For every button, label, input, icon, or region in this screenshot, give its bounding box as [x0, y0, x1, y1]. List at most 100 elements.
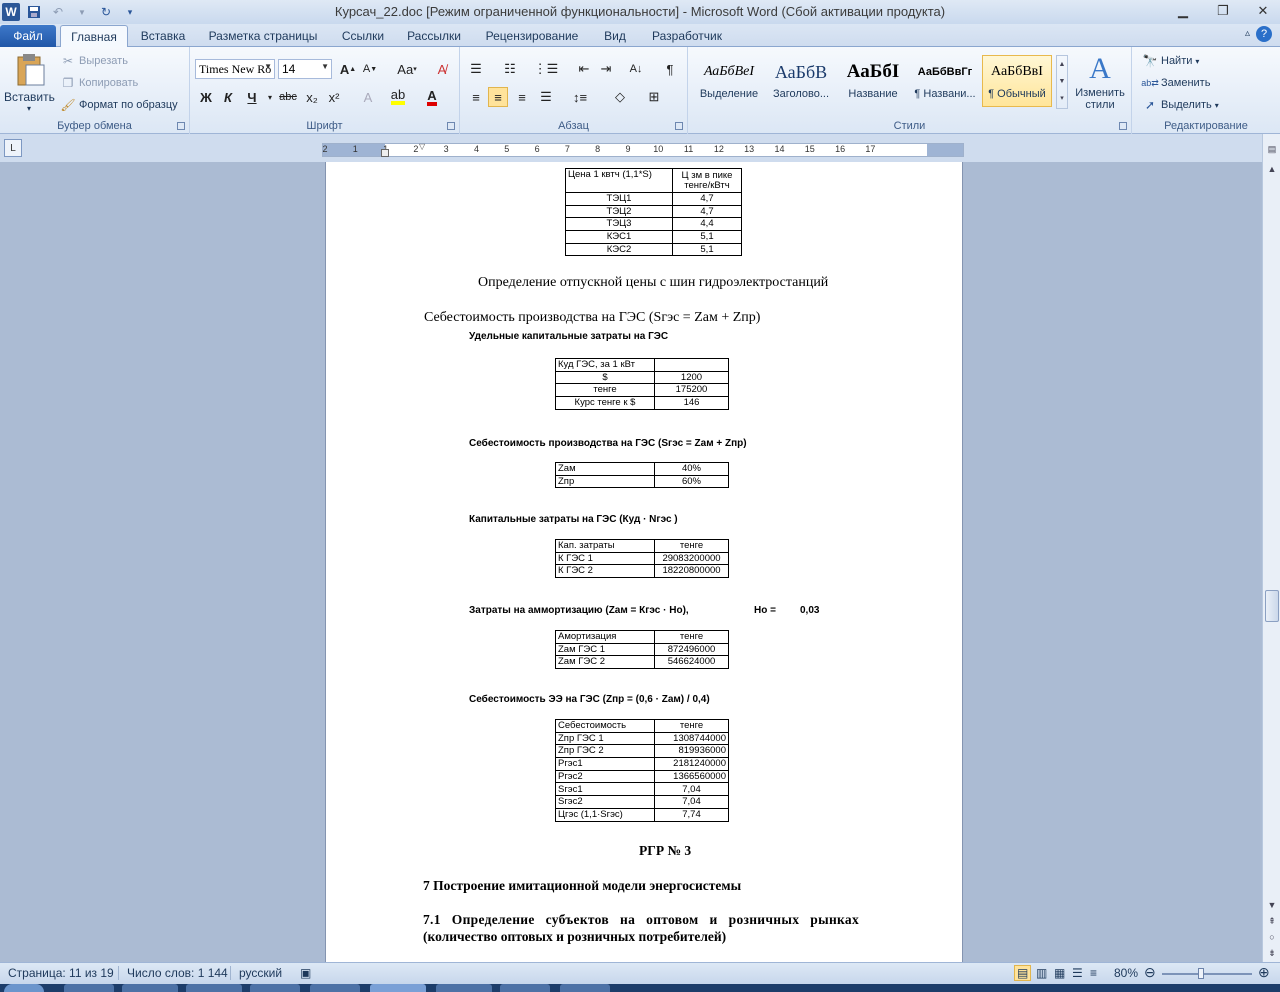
decrease-indent-icon[interactable]: ⇤ [574, 59, 594, 79]
zoom-out-icon[interactable]: ⊖ [1144, 964, 1156, 981]
numbering-icon[interactable]: ☷ [500, 59, 520, 79]
first-line-indent-icon[interactable]: ▽ [419, 142, 425, 151]
taskbar-item[interactable] [186, 984, 242, 992]
find-button[interactable]: 🔭 Найти ▾ [1142, 53, 1200, 69]
align-left-icon[interactable]: ≡ [466, 87, 486, 107]
tab-references[interactable]: Ссылки [334, 25, 392, 47]
print-layout-icon[interactable]: ▤ [1014, 965, 1032, 981]
style-normal[interactable]: АаБбВвI ¶ Обычный [982, 55, 1052, 107]
bullets-icon[interactable]: ☰ [466, 59, 486, 79]
font-size-combo[interactable]: 14 ▼ [278, 59, 332, 79]
taskbar-item[interactable] [250, 984, 300, 992]
styles-scroll[interactable]: ▲ ▼ ▾ [1056, 55, 1068, 109]
bold-button[interactable]: Ж [196, 87, 216, 107]
style-heading[interactable]: АаБбВ Заголово... [766, 55, 836, 107]
taskbar-item[interactable] [64, 984, 114, 992]
increase-indent-icon[interactable]: ⇥ [596, 59, 616, 79]
sort-icon[interactable]: А↓ [626, 59, 646, 79]
pilcrow-icon[interactable]: ¶ [660, 59, 680, 79]
highlight-icon[interactable]: ab [388, 87, 408, 107]
taskbar-item[interactable] [310, 984, 360, 992]
shading-icon[interactable]: ◇ [610, 87, 630, 107]
multilevel-list-icon[interactable]: ⋮☰ [534, 59, 559, 79]
close-icon[interactable]: ✕ [1252, 2, 1274, 20]
align-right-icon[interactable]: ≡ [512, 87, 532, 107]
paste-button[interactable]: Вставить ▾ [4, 51, 55, 117]
select-browse-object-icon[interactable]: ○ [1265, 930, 1279, 944]
cut-button[interactable]: ✂ Вырезать [60, 53, 128, 69]
select-button[interactable]: ➚ Выделить ▾ [1142, 97, 1219, 113]
table-row: тенге 175200 [555, 383, 729, 398]
tab-home[interactable]: Главная [60, 25, 128, 47]
clipboard-launcher-icon[interactable] [177, 122, 185, 130]
restore-icon[interactable]: ❐ [1212, 2, 1234, 20]
language-indicator[interactable]: русский [230, 966, 282, 980]
shrink-font-icon[interactable]: A ▼ [360, 59, 380, 79]
replace-button[interactable]: ab⇄ Заменить [1141, 75, 1210, 91]
copy-button[interactable]: ❐ Копировать [60, 75, 139, 91]
tab-view[interactable]: Вид [596, 25, 634, 47]
zoom-slider-thumb[interactable] [1198, 968, 1204, 979]
paragraph-launcher-icon[interactable] [675, 122, 683, 130]
tab-developer[interactable]: Разработчик [642, 25, 732, 47]
italic-button[interactable]: К [218, 87, 238, 107]
draft-icon[interactable]: ≡ [1090, 966, 1097, 980]
strikethrough-button[interactable]: abc [278, 87, 298, 107]
styles-launcher-icon[interactable] [1119, 122, 1127, 130]
tab-review[interactable]: Рецензирование [476, 25, 588, 47]
horizontal-ruler[interactable]: 211234567891011121314151617 ▽ [322, 142, 964, 157]
macro-record-icon[interactable]: ▣ [300, 966, 311, 980]
font-launcher-icon[interactable] [447, 122, 455, 130]
previous-page-icon[interactable]: ⇞ [1265, 914, 1279, 928]
change-case-button[interactable]: Aa ▾ [392, 59, 422, 79]
subscript-button[interactable]: x₂ [302, 87, 322, 107]
tab-mailings[interactable]: Рассылки [400, 25, 468, 47]
document-page[interactable]: Цена 1 квтч (1,1*S) Ц зм в пике тенге/кВ… [325, 162, 963, 962]
next-page-icon[interactable]: ⇟ [1265, 946, 1279, 960]
zoom-level[interactable]: 80% [1114, 966, 1138, 980]
change-styles-button[interactable]: A Изменить стили [1072, 51, 1128, 111]
borders-icon[interactable]: ⊞ [644, 87, 664, 107]
web-layout-icon[interactable]: ▦ [1054, 966, 1065, 980]
scroll-down-icon[interactable]: ▼ [1265, 898, 1279, 912]
vertical-scrollbar[interactable]: ▤ ▲ ▼ ⇞ ○ ⇟ [1262, 134, 1280, 962]
justify-icon[interactable]: ☰ [536, 87, 556, 107]
clear-formatting-icon[interactable]: A̸ [432, 59, 452, 79]
outline-icon[interactable]: ☰ [1072, 966, 1083, 980]
scroll-thumb[interactable] [1265, 590, 1279, 622]
ruler-toggle-icon[interactable]: ▤ [1265, 142, 1279, 156]
grow-font-icon[interactable]: A ▲ [338, 59, 358, 79]
font-color-icon[interactable]: A [422, 87, 442, 107]
start-button[interactable] [4, 984, 44, 992]
superscript-button[interactable]: x² [324, 87, 344, 107]
text-effects-icon[interactable]: A [358, 87, 378, 107]
tab-page-layout[interactable]: Разметка страницы [200, 25, 326, 47]
align-center-icon[interactable]: ≡ [488, 87, 508, 107]
tab-file[interactable]: Файл [0, 25, 56, 47]
taskbar-item[interactable] [560, 984, 610, 992]
format-painter-button[interactable]: 🖌 Формат по образцу [60, 97, 177, 113]
taskbar-item[interactable] [122, 984, 178, 992]
underline-dropdown-icon[interactable]: ▾ [260, 87, 280, 107]
page-indicator[interactable]: Страница: 11 из 19 [8, 966, 114, 980]
scroll-up-icon[interactable]: ▲ [1265, 162, 1279, 176]
tab-selector-icon[interactable]: L [4, 139, 22, 157]
underline-button[interactable]: Ч [242, 87, 262, 107]
style-subtitle[interactable]: АаБбВвГг ¶ Названи... [910, 55, 980, 107]
ribbon-minimize-icon[interactable]: ▵ [1245, 28, 1250, 39]
word-count[interactable]: Число слов: 1 144 [118, 966, 228, 980]
font-name-combo[interactable]: Times New Ro ▼ [195, 59, 275, 79]
taskbar-item-word[interactable] [370, 984, 426, 992]
minimize-icon[interactable]: ▁ [1172, 2, 1194, 20]
line-spacing-icon[interactable]: ↕≡ [570, 87, 590, 107]
zoom-slider[interactable] [1162, 968, 1252, 979]
tab-insert[interactable]: Вставка [134, 25, 192, 47]
full-screen-reading-icon[interactable]: ▥ [1036, 966, 1047, 980]
style-title[interactable]: АаБбІ Название [838, 55, 908, 107]
zoom-in-icon[interactable]: ⊕ [1258, 964, 1270, 981]
taskbar-item[interactable] [436, 984, 492, 992]
style-emphasis[interactable]: АаБбВеI Выделение [694, 55, 764, 107]
indent-marker-icon[interactable] [381, 149, 389, 157]
taskbar-item[interactable] [500, 984, 550, 992]
help-icon[interactable]: ? [1256, 26, 1272, 42]
